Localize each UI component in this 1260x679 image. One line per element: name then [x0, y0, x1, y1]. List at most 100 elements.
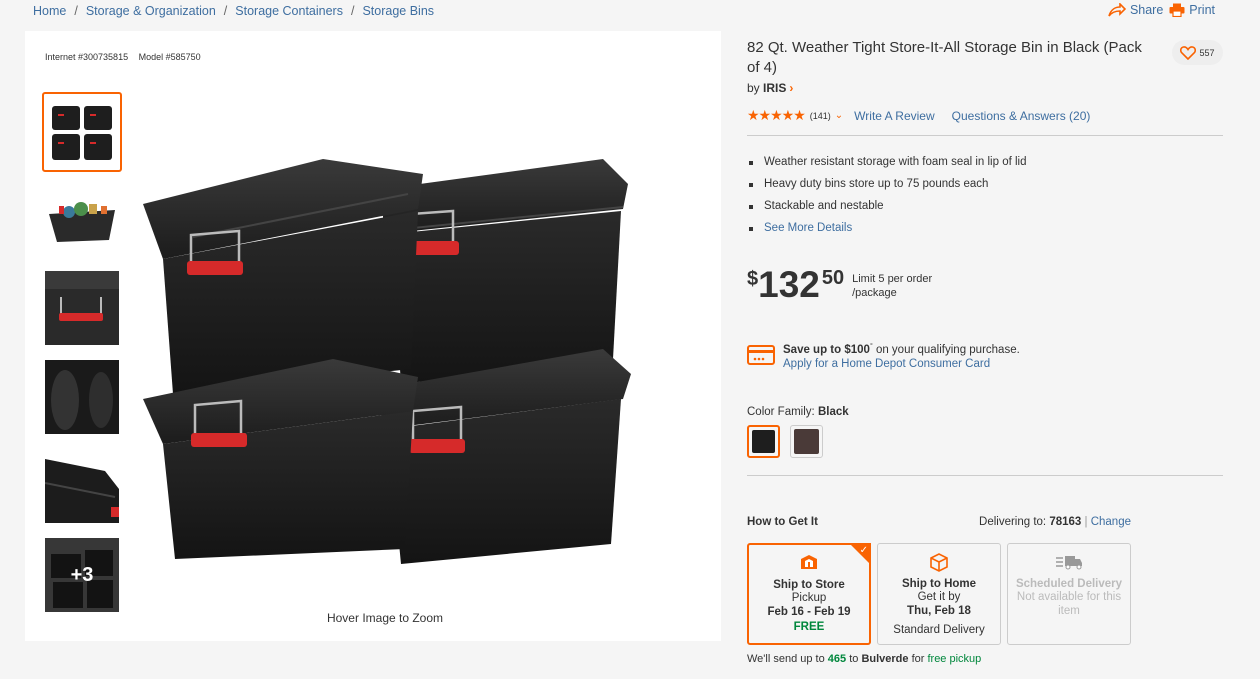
- see-more-details-link[interactable]: See More Details: [747, 222, 1223, 244]
- main-product-image[interactable]: [133, 149, 638, 564]
- breadcrumb-home[interactable]: Home: [33, 4, 66, 18]
- price-cents: 50: [821, 267, 845, 289]
- thumbnail-list: +3: [42, 92, 122, 627]
- credit-card-icon: [747, 345, 775, 365]
- thumbnail-2[interactable]: [45, 182, 119, 256]
- more-images-count: +3: [45, 538, 119, 612]
- free-pickup-link[interactable]: free pickup: [927, 653, 981, 665]
- thumbnail-1[interactable]: [42, 92, 122, 172]
- open-bin-thumbnail-image: [49, 202, 115, 242]
- feature-bullet: Heavy duty bins store up to 75 pounds ea…: [747, 178, 1223, 200]
- storage-bins-image: [143, 159, 631, 564]
- product-identifiers: Internet #300735815 Model #585750: [45, 52, 201, 62]
- internet-number: Internet #300735815: [45, 52, 129, 62]
- price-unit: /package: [852, 287, 897, 299]
- thumbnail-5[interactable]: [45, 449, 119, 523]
- print-button[interactable]: Print: [1169, 3, 1215, 17]
- order-limit: Limit 5 per order: [852, 273, 933, 285]
- how-to-get-it-title: How to Get It: [747, 515, 818, 528]
- thumbnail-more[interactable]: +3: [45, 538, 119, 612]
- option-name: Ship to Store: [773, 578, 845, 591]
- favorite-button[interactable]: 557: [1172, 40, 1223, 65]
- rating-stars[interactable]: ★★★★★: [747, 107, 806, 124]
- chevron-right-icon: ›: [789, 81, 794, 95]
- share-icon: [1108, 3, 1126, 17]
- brand-line: by IRIS ›: [747, 81, 1223, 95]
- ship-to-home-option[interactable]: Ship to Home Get it by Thu, Feb 18 Stand…: [877, 542, 1001, 645]
- scheduled-delivery-option: Scheduled Delivery Not available for thi…: [1007, 542, 1131, 645]
- color-family-value: Black: [817, 405, 849, 418]
- option-line1: Not available for this: [1016, 590, 1122, 603]
- delivery-zip: 78163: [1049, 515, 1082, 528]
- rating-row: ★★★★★ (141) ⌄ Write A Review Questions &…: [747, 107, 1223, 124]
- rating-count[interactable]: (141): [810, 111, 831, 121]
- swatch-brown[interactable]: [790, 424, 823, 458]
- option-name: Ship to Home: [901, 577, 977, 590]
- separator: |: [1081, 515, 1091, 528]
- checkmark-icon: ✓: [859, 544, 868, 556]
- product-info-panel: 82 Qt. Weather Tight Store-It-All Storag…: [747, 38, 1223, 665]
- media-card: Internet #300735815 Model #585750 +3 Hov…: [25, 31, 721, 641]
- thumbnail-3[interactable]: [45, 271, 119, 345]
- option-dates: Feb 16 - Feb 19: [767, 605, 851, 618]
- printer-icon: [1169, 3, 1185, 17]
- print-label: Print: [1189, 3, 1215, 17]
- credit-offer: Save up to $100° on your qualifying purc…: [747, 340, 1223, 371]
- pickup-text: for: [908, 652, 928, 665]
- price-note: Limit 5 per order /package: [852, 272, 932, 300]
- breadcrumb-separator: /: [350, 4, 355, 18]
- store-pickup-icon: [801, 554, 817, 569]
- pickup-text: We'll send up to: [747, 652, 828, 665]
- product-title: 82 Qt. Weather Tight Store-It-All Storag…: [747, 39, 1142, 76]
- option-date: Thu, Feb 18: [907, 604, 971, 617]
- credit-save-amount: Save up to $100: [783, 343, 870, 356]
- apply-card-link[interactable]: Apply for a Home Depot Consumer Card: [783, 357, 1020, 371]
- top-actions: Share Print: [1102, 3, 1215, 17]
- pickup-store[interactable]: Bulverde: [861, 653, 908, 665]
- breadcrumb: Home / Storage & Organization / Storage …: [33, 4, 434, 18]
- color-family: Color Family: Black: [747, 406, 1223, 418]
- truck-icon: [1056, 555, 1082, 570]
- ship-to-store-option[interactable]: ✓ Ship to Store Pickup Feb 16 - Feb 19 F…: [747, 542, 871, 645]
- pickup-quantity: 465: [827, 652, 847, 665]
- price: $ 132 50: [747, 265, 844, 305]
- breadcrumb-separator: /: [223, 4, 228, 18]
- latch-closeup-thumbnail-image: [45, 271, 119, 345]
- share-button[interactable]: Share: [1108, 3, 1163, 17]
- questions-answers-link[interactable]: Questions & Answers (20): [952, 109, 1091, 123]
- price-currency: $: [747, 268, 759, 290]
- change-zip-link[interactable]: Change: [1091, 516, 1131, 528]
- color-swatches: [747, 424, 1223, 458]
- breadcrumb-storage-organization[interactable]: Storage & Organization: [86, 4, 216, 18]
- option-price: FREE: [793, 620, 825, 633]
- thumbnail-4[interactable]: [45, 360, 119, 434]
- fulfillment-options: ✓ Ship to Store Pickup Feb 16 - Feb 19 F…: [747, 542, 1223, 645]
- by-label: by: [747, 81, 760, 95]
- heart-icon: [1180, 45, 1197, 60]
- delivery-location: Delivering to: 78163 | Change: [979, 516, 1131, 528]
- breadcrumb-separator: /: [74, 4, 78, 18]
- favorite-count: 557: [1199, 47, 1215, 58]
- brand-link[interactable]: IRIS: [763, 81, 786, 95]
- model-number: Model #585750: [138, 52, 201, 62]
- write-review-link[interactable]: Write A Review: [854, 109, 934, 123]
- color-family-label: Color Family:: [747, 405, 818, 418]
- breadcrumb-storage-bins[interactable]: Storage Bins: [362, 4, 434, 18]
- share-label: Share: [1129, 3, 1164, 17]
- feature-bullet: Stackable and nestable: [747, 200, 1223, 222]
- option-line1: Get it by: [917, 590, 961, 603]
- feature-bullet: Weather resistant storage with foam seal…: [747, 156, 1223, 178]
- option-name: Scheduled Delivery: [1015, 577, 1123, 590]
- how-to-get-it-header: How to Get It Delivering to: 78163 | Cha…: [747, 516, 1131, 528]
- price-dollars: 132: [758, 264, 820, 305]
- box-icon: [930, 552, 948, 572]
- credit-qualifying: on your qualifying purchase.: [872, 343, 1020, 356]
- option-line1: Pickup: [791, 591, 827, 604]
- option-line2: item: [1058, 604, 1080, 617]
- pickup-availability: We'll send up to 465 to Bulverde for fre…: [747, 653, 1223, 665]
- chevron-down-icon[interactable]: ⌄: [835, 110, 843, 121]
- delivering-to-label: Delivering to:: [979, 515, 1050, 528]
- breadcrumb-storage-containers[interactable]: Storage Containers: [235, 4, 343, 18]
- option-delivery-type: Standard Delivery: [893, 623, 985, 636]
- swatch-black[interactable]: [747, 424, 780, 458]
